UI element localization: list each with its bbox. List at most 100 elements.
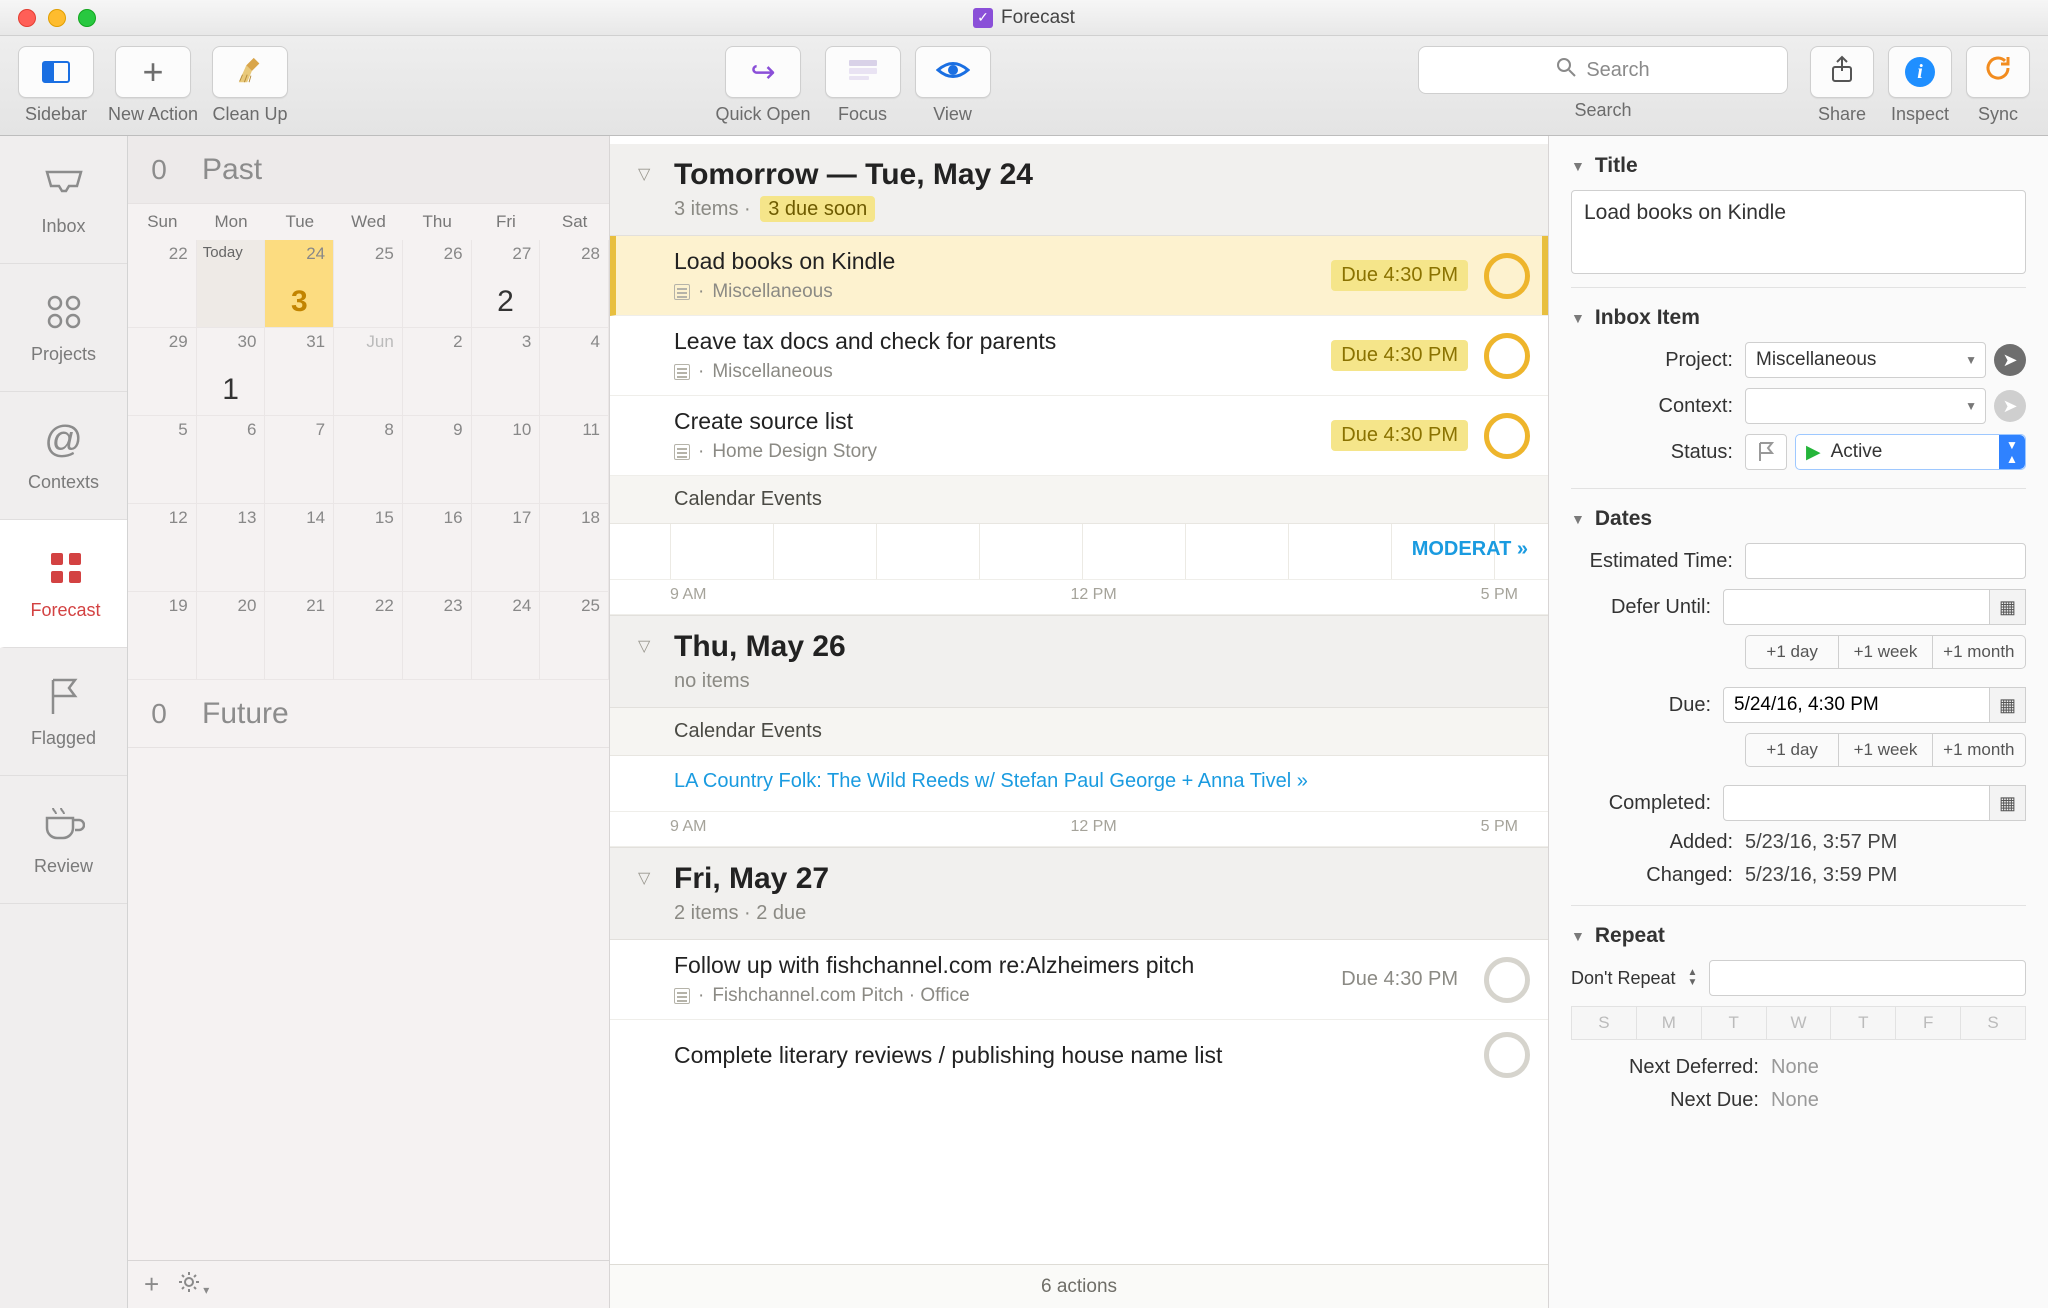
due-field[interactable]	[1723, 687, 1990, 723]
due-plus-day[interactable]: +1 day	[1745, 733, 1839, 767]
calendar-icon[interactable]: ▦	[1990, 687, 2026, 723]
day-section-header[interactable]: ▽ Fri, May 27 2 items · 2 due	[610, 847, 1548, 940]
title-field[interactable]	[1571, 190, 2026, 274]
task-checkbox[interactable]	[1484, 253, 1530, 299]
timeline[interactable]: MODERAT »	[610, 524, 1548, 580]
stepper-icon[interactable]: ▲▼	[1688, 968, 1698, 988]
task-row[interactable]: Load books on Kindle · Miscellaneous Due…	[610, 236, 1548, 316]
cal-day[interactable]: 13	[197, 504, 266, 592]
cal-day[interactable]: 21	[265, 592, 334, 680]
window-close[interactable]	[18, 9, 36, 27]
perspective-review[interactable]: Review	[0, 776, 127, 904]
cal-day[interactable]: 14	[265, 504, 334, 592]
status-select[interactable]: ▶Active ▼▲	[1795, 434, 2026, 470]
day-section-header[interactable]: ▽ Thu, May 26 no items	[610, 615, 1548, 708]
defer-plus-week[interactable]: +1 week	[1839, 635, 1932, 669]
task-row[interactable]: Create source list · Home Design Story D…	[610, 396, 1548, 476]
estimated-time-field[interactable]	[1745, 543, 2026, 579]
cal-day[interactable]: 24	[472, 592, 541, 680]
window-zoom[interactable]	[78, 9, 96, 27]
perspective-inbox[interactable]: Inbox	[0, 136, 127, 264]
completed-field[interactable]	[1723, 785, 1990, 821]
task-checkbox[interactable]	[1484, 413, 1530, 459]
cal-day[interactable]: 20	[197, 592, 266, 680]
cal-day[interactable]: 26	[403, 240, 472, 328]
perspective-contexts[interactable]: @ Contexts	[0, 392, 127, 520]
task-checkbox[interactable]	[1484, 957, 1530, 1003]
task-checkbox[interactable]	[1484, 333, 1530, 379]
repeat-mode[interactable]: Don't Repeat	[1571, 968, 1676, 989]
due-plus-month[interactable]: +1 month	[1933, 733, 2026, 767]
disclosure-icon[interactable]: ▼	[1571, 511, 1585, 527]
task-checkbox[interactable]	[1484, 1032, 1530, 1078]
cal-day[interactable]: 25	[334, 240, 403, 328]
quick-open-button[interactable]: ↪ Quick Open	[716, 46, 811, 125]
add-button[interactable]: +	[144, 1269, 159, 1300]
defer-plus-day[interactable]: +1 day	[1745, 635, 1839, 669]
weekday-picker[interactable]: SMTWTFS	[1571, 1006, 2026, 1040]
share-button[interactable]: Share	[1810, 46, 1874, 125]
project-select[interactable]: Miscellaneous▼	[1745, 342, 1986, 378]
cal-day[interactable]: 22	[128, 240, 197, 328]
task-row[interactable]: Complete literary reviews / publishing h…	[610, 1020, 1548, 1090]
disclosure-icon[interactable]: ▼	[1571, 310, 1585, 326]
cal-day[interactable]: 9	[403, 416, 472, 504]
cal-day[interactable]: 8	[334, 416, 403, 504]
perspective-flagged[interactable]: Flagged	[0, 648, 127, 776]
go-to-project[interactable]: ➤	[1994, 344, 2026, 376]
future-row[interactable]: 0 Future	[128, 680, 609, 748]
calendar-event[interactable]: MODERAT »	[1412, 538, 1528, 561]
timeline[interactable]: LA Country Folk: The Wild Reeds w/ Stefa…	[610, 756, 1548, 812]
search-field[interactable]: Search	[1418, 46, 1788, 94]
cal-day[interactable]: 15	[334, 504, 403, 592]
task-row[interactable]: Follow up with fishchannel.com re:Alzhei…	[610, 940, 1548, 1020]
cal-day[interactable]: 28	[540, 240, 609, 328]
cal-day[interactable]: 5	[128, 416, 197, 504]
cal-day[interactable]: 23	[403, 592, 472, 680]
calendar-icon[interactable]: ▦	[1990, 785, 2026, 821]
disclosure-icon[interactable]: ▼	[1571, 158, 1585, 174]
cal-day[interactable]: 25	[540, 592, 609, 680]
cal-day[interactable]: 6	[197, 416, 266, 504]
cal-day-today[interactable]: Today 23	[197, 240, 266, 328]
cal-day[interactable]: 3	[472, 328, 541, 416]
cal-day[interactable]: 10	[472, 416, 541, 504]
inspect-button[interactable]: i Inspect	[1888, 46, 1952, 125]
cal-day[interactable]: 11	[540, 416, 609, 504]
task-row[interactable]: Leave tax docs and check for parents · M…	[610, 316, 1548, 396]
calendar-event[interactable]: LA Country Folk: The Wild Reeds w/ Stefa…	[674, 770, 1308, 793]
past-row[interactable]: 0 Past	[128, 136, 609, 204]
cal-day[interactable]: 272	[472, 240, 541, 328]
repeat-field[interactable]	[1709, 960, 2026, 996]
cal-day[interactable]: 7	[265, 416, 334, 504]
cal-day[interactable]: 29	[128, 328, 197, 416]
context-select[interactable]: ▼	[1745, 388, 1986, 424]
view-button[interactable]: View	[915, 46, 991, 125]
perspective-projects[interactable]: Projects	[0, 264, 127, 392]
disclosure-icon[interactable]: ▼	[1571, 928, 1585, 944]
cal-day[interactable]: 18	[540, 504, 609, 592]
cal-day[interactable]: 19	[128, 592, 197, 680]
cal-day[interactable]: 2	[403, 328, 472, 416]
cal-day[interactable]: Jun	[334, 328, 403, 416]
new-action-button[interactable]: + New Action	[108, 46, 198, 125]
cal-day[interactable]: 301	[197, 328, 266, 416]
gear-menu[interactable]: ▾	[177, 1270, 209, 1299]
calendar-icon[interactable]: ▦	[1990, 589, 2026, 625]
sync-button[interactable]: Sync	[1966, 46, 2030, 125]
defer-plus-month[interactable]: +1 month	[1933, 635, 2026, 669]
due-plus-week[interactable]: +1 week	[1839, 733, 1932, 767]
defer-field[interactable]	[1723, 589, 1990, 625]
cal-day[interactable]: 22	[334, 592, 403, 680]
cal-day[interactable]: 16	[403, 504, 472, 592]
cal-day[interactable]: 31	[265, 328, 334, 416]
cal-day[interactable]: 17	[472, 504, 541, 592]
cal-day[interactable]: 4	[540, 328, 609, 416]
focus-button[interactable]: Focus	[825, 46, 901, 125]
sidebar-toggle[interactable]: Sidebar	[18, 46, 94, 125]
clean-up-button[interactable]: Clean Up	[212, 46, 288, 125]
flag-toggle[interactable]	[1745, 434, 1787, 470]
cal-day-selected[interactable]: 24 3	[265, 240, 334, 328]
day-section-header[interactable]: ▽ Tomorrow — Tue, May 24 3 items · 3 due…	[610, 144, 1548, 236]
perspective-forecast[interactable]: Forecast	[0, 520, 127, 648]
